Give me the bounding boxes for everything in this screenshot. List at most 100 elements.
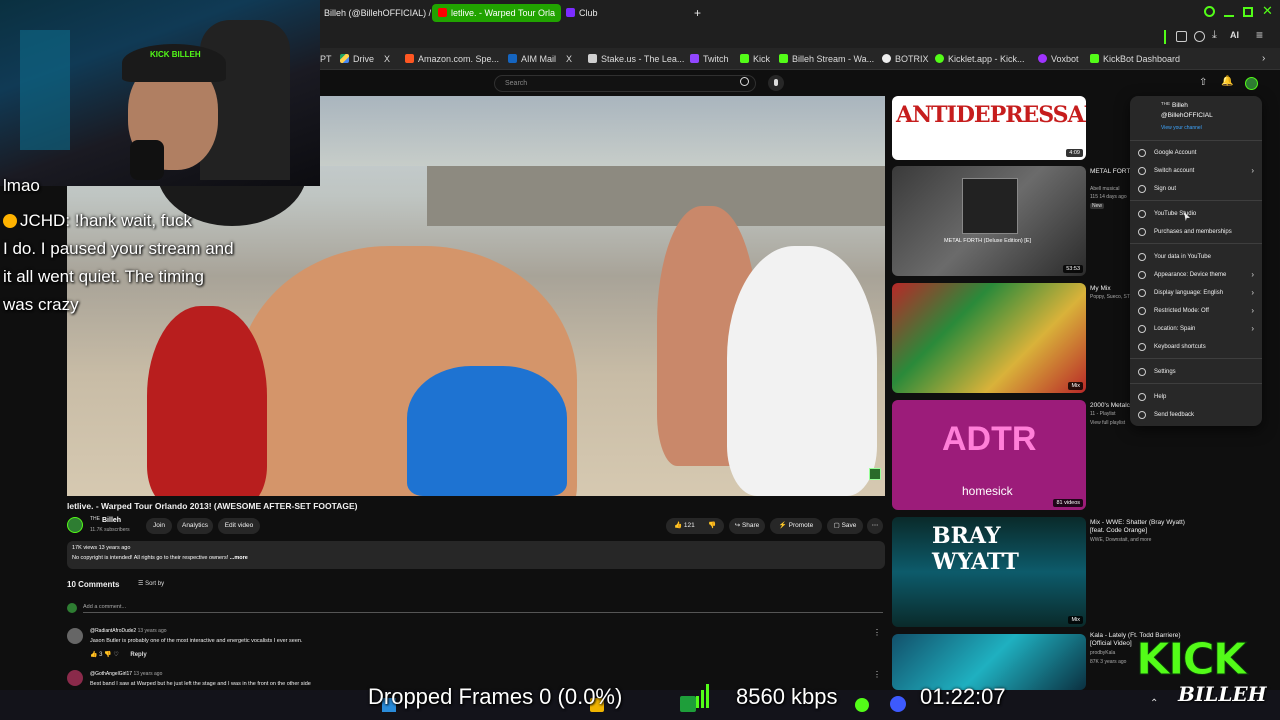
menu-item-settings[interactable]: Settings bbox=[1138, 365, 1258, 379]
kick-icon bbox=[1090, 54, 1099, 63]
view-channel-link[interactable]: View your channel bbox=[1161, 125, 1202, 131]
channel-name[interactable]: Billeh bbox=[102, 517, 121, 524]
notifications-icon[interactable]: 🔔 bbox=[1221, 76, 1233, 87]
thumbs-up-icon[interactable]: 👍 bbox=[90, 652, 97, 658]
comment-avatar[interactable] bbox=[67, 628, 83, 644]
new-tab-button[interactable]: + bbox=[688, 4, 707, 22]
description-text: No copyright is intended! All rights go … bbox=[72, 555, 248, 561]
sort-by-button[interactable]: ☰ Sort by bbox=[138, 580, 164, 587]
more-actions-icon[interactable]: ⋯ bbox=[867, 518, 883, 534]
menu-item-appearance[interactable]: Appearance: Device theme › bbox=[1138, 268, 1258, 282]
bookmark-x[interactable]: X bbox=[384, 51, 390, 67]
signal-bars-icon bbox=[696, 684, 710, 708]
extensions-icon[interactable] bbox=[1176, 31, 1187, 42]
bookmark-twitch[interactable]: Twitch bbox=[690, 51, 729, 67]
menu-icon[interactable]: ≡ bbox=[1256, 28, 1263, 42]
tab-club[interactable]: Club bbox=[560, 4, 604, 22]
thumbs-down-icon[interactable]: 👎 bbox=[104, 652, 111, 658]
tab-billeh-profile[interactable]: Billeh (@BillehOFFICIAL) / bbox=[318, 4, 437, 22]
channel-avatar[interactable] bbox=[67, 517, 83, 533]
menu-item-keyboard-shortcuts[interactable]: Keyboard shortcuts bbox=[1138, 340, 1258, 354]
menu-item-restricted-mode[interactable]: Restricted Mode: Off › bbox=[1138, 304, 1258, 318]
bookmark-aim[interactable]: AIM Mail bbox=[508, 51, 556, 67]
more-link[interactable]: ...more bbox=[230, 555, 248, 561]
shield-icon bbox=[1138, 253, 1146, 261]
menu-item-help[interactable]: Help bbox=[1138, 390, 1258, 404]
share-button[interactable]: ↪ Share bbox=[729, 518, 765, 534]
bookmarks-overflow-icon[interactable]: › bbox=[1262, 51, 1265, 67]
close-icon[interactable]: ✕ bbox=[1262, 4, 1273, 18]
like-dislike-button[interactable]: 👍 121 👎 bbox=[666, 518, 724, 534]
app-icon[interactable] bbox=[680, 696, 696, 712]
menu-item-switch-account[interactable]: Switch account › bbox=[1138, 164, 1258, 178]
join-button[interactable]: Join bbox=[146, 518, 172, 534]
bookmark-amazon[interactable]: Amazon.com. Spe... bbox=[405, 51, 499, 67]
menu-item-your-data[interactable]: Your data in YouTube bbox=[1138, 250, 1258, 264]
create-icon[interactable]: ⇧ bbox=[1199, 77, 1207, 88]
save-button[interactable]: ▢ Save bbox=[827, 518, 863, 534]
view-playlist-link[interactable]: View full playlist bbox=[1090, 420, 1125, 426]
bookmark-botrix[interactable]: BOTRIX bbox=[882, 51, 929, 67]
recommended-thumb[interactable]: Mix bbox=[892, 283, 1086, 393]
add-comment-input[interactable]: Add a comment... bbox=[83, 604, 883, 613]
bookmark-stake[interactable]: Stake.us - The Lea... bbox=[588, 51, 684, 67]
ai-button[interactable]: AI bbox=[1230, 30, 1239, 40]
bookmark-kick[interactable]: Kick bbox=[740, 51, 770, 67]
bookmark-voxbot[interactable]: Voxbot bbox=[1038, 51, 1079, 67]
tab-letlive-video[interactable]: letlive. - Warped Tour Orla bbox=[432, 4, 562, 22]
search-icon[interactable] bbox=[1204, 6, 1215, 17]
analytics-button[interactable]: Analytics bbox=[177, 518, 213, 534]
bookmark-item[interactable]: PT bbox=[320, 51, 332, 67]
menu-item-display-language[interactable]: Display language: English › bbox=[1138, 286, 1258, 300]
menu-item-youtube-studio[interactable]: YouTube Studio bbox=[1138, 207, 1258, 221]
comment-menu-icon[interactable]: ⋮ bbox=[873, 670, 881, 679]
obs-icon[interactable] bbox=[890, 696, 906, 712]
sign-out-icon bbox=[1138, 185, 1146, 193]
menu-item-sign-out[interactable]: Sign out bbox=[1138, 182, 1258, 196]
comment-avatar[interactable] bbox=[67, 670, 83, 686]
comment-menu-icon[interactable]: ⋮ bbox=[873, 628, 881, 637]
menu-item-google-account[interactable]: Google Account bbox=[1138, 146, 1258, 160]
video-count-badge: 81 videos bbox=[1053, 499, 1083, 507]
reply-button[interactable]: Reply bbox=[130, 652, 146, 658]
heart-icon[interactable]: ♡ bbox=[113, 652, 118, 658]
promote-button[interactable]: ⚡ Promote bbox=[770, 518, 822, 534]
menu-item-purchases[interactable]: Purchases and memberships bbox=[1138, 225, 1258, 239]
gear-icon bbox=[1138, 368, 1146, 376]
description-box[interactable]: 17K views 13 years ago No copyright is i… bbox=[67, 541, 885, 569]
recommended-title[interactable]: Mix - WWE: Shatter (Bray Wyatt) [feat. C… bbox=[1090, 519, 1200, 535]
maximize-icon[interactable] bbox=[1243, 7, 1253, 17]
share-icon[interactable] bbox=[1194, 31, 1205, 42]
menu-item-location[interactable]: Location: Spain › bbox=[1138, 322, 1258, 336]
restricted-icon bbox=[1138, 307, 1146, 315]
minimize-icon[interactable] bbox=[1224, 15, 1234, 17]
recommended-thumb[interactable]: BRAY WYATT Mix bbox=[892, 517, 1086, 627]
chevron-right-icon: › bbox=[1251, 306, 1254, 315]
mix-badge: Mix bbox=[1068, 616, 1083, 624]
search-input[interactable]: Search bbox=[494, 75, 756, 92]
search-icon[interactable] bbox=[740, 77, 749, 86]
menu-item-send-feedback[interactable]: Send feedback bbox=[1138, 408, 1258, 422]
thumbs-down-icon[interactable]: 👎 bbox=[708, 518, 716, 534]
promote-icon: ⚡ bbox=[778, 522, 787, 529]
bookmark-billeh-stream[interactable]: Billeh Stream - Wa... bbox=[779, 51, 874, 67]
chevron-right-icon: › bbox=[1251, 270, 1254, 279]
recommended-thumb[interactable] bbox=[892, 634, 1086, 690]
bookmark-drive[interactable]: Drive bbox=[340, 51, 374, 67]
channel-watermark[interactable] bbox=[869, 468, 881, 480]
bookmark-kickbot[interactable]: KickBot Dashboard bbox=[1090, 51, 1180, 67]
avatar[interactable] bbox=[1245, 77, 1258, 90]
recommended-thumb[interactable]: METAL FORTH (Deluxe Edition) [E] 53:53 bbox=[892, 166, 1086, 276]
edit-video-button[interactable]: Edit video bbox=[218, 518, 260, 534]
app-icon[interactable] bbox=[855, 698, 869, 712]
bookmark-x-2[interactable]: X bbox=[566, 51, 572, 67]
download-icon[interactable]: ⤓ bbox=[1212, 29, 1217, 42]
recommended-meta: 11 - Playlist bbox=[1090, 411, 1116, 417]
recommended-thumb[interactable]: ADTR homesick 81 videos bbox=[892, 400, 1086, 510]
mic-icon[interactable] bbox=[768, 75, 784, 91]
comment-author[interactable]: @RadiantAfroDude2 13 years ago bbox=[90, 628, 167, 634]
recommended-thumb[interactable]: ANTIDEPRESSANTS 4:09 bbox=[892, 96, 1086, 160]
bookmark-kicklet[interactable]: Kicklet.app - Kick... bbox=[935, 51, 1025, 67]
comment-author[interactable]: @GothAngelGirl17 13 years ago bbox=[90, 671, 162, 677]
club-icon bbox=[566, 8, 575, 17]
